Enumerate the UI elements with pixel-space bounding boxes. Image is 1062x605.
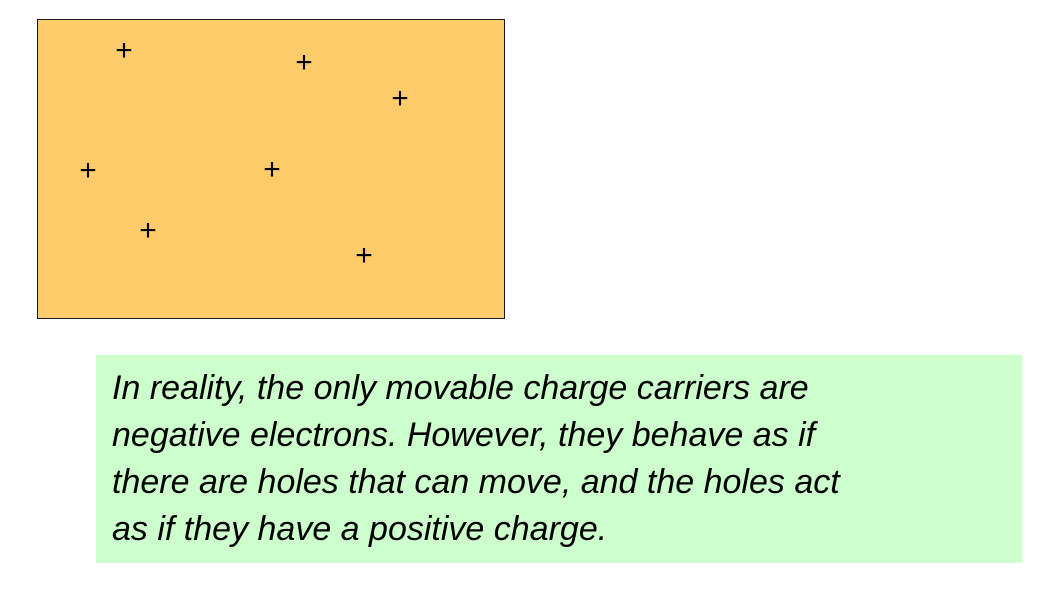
material-rectangle: + + + + + + + (37, 19, 505, 319)
positive-hole-charge: + (263, 153, 281, 186)
positive-hole-charge: + (391, 82, 409, 115)
explanation-text: In reality, the only movable charge carr… (112, 365, 992, 553)
explanation-line: there are holes that can move, and the h… (112, 463, 840, 501)
explanation-line: as if they have a positive charge. (112, 510, 608, 548)
explanation-line: In reality, the only movable charge carr… (112, 369, 809, 407)
explanation-callout: In reality, the only movable charge carr… (96, 355, 1022, 563)
positive-hole-charge: + (79, 154, 97, 187)
positive-hole-charge: + (355, 239, 373, 272)
explanation-line: negative electrons. However, they behave… (112, 416, 816, 454)
slide: + + + + + + + In reality, the only movab… (0, 0, 1062, 605)
positive-hole-charge: + (139, 214, 157, 247)
positive-hole-charge: + (295, 46, 313, 79)
positive-hole-charge: + (115, 34, 133, 67)
